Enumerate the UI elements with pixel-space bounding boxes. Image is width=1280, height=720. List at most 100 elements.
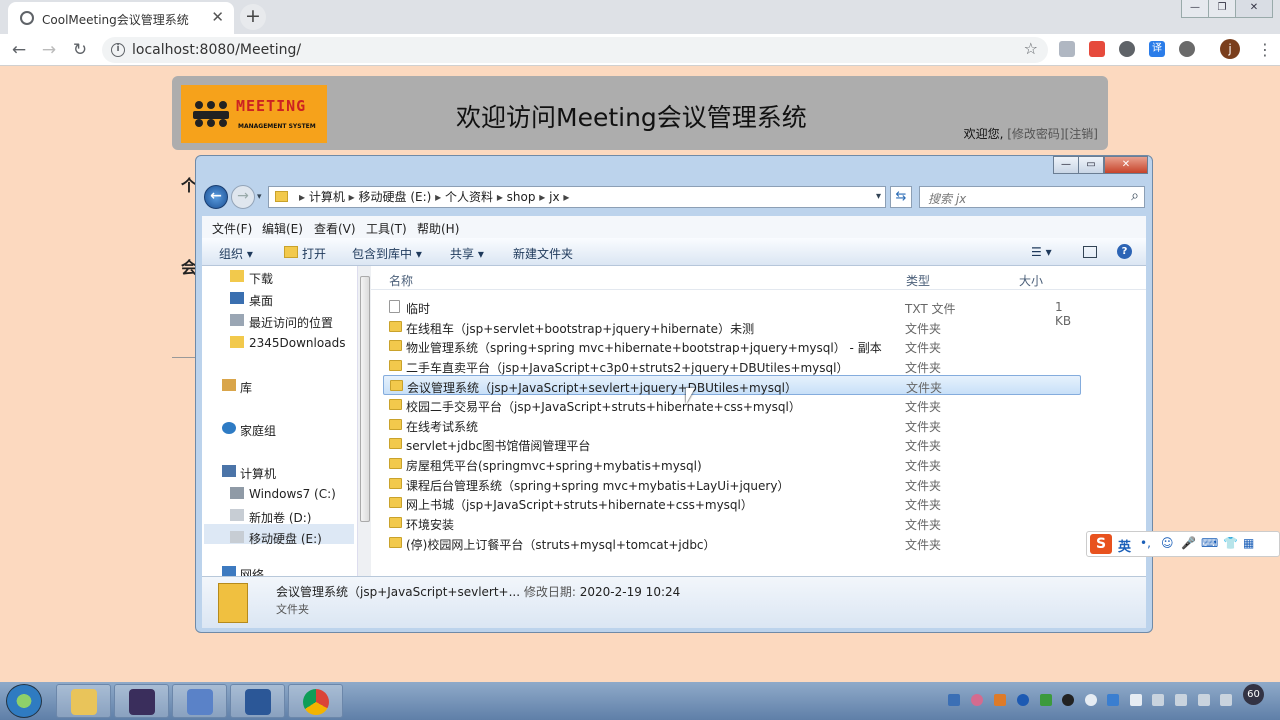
skin-icon[interactable]: 👕 <box>1223 536 1238 550</box>
tray-icon[interactable] <box>1130 694 1142 706</box>
folder-row[interactable]: 课程后台管理系统（spring+spring mvc+mybatis+LayUi… <box>383 474 1081 494</box>
minimize-button[interactable]: — <box>1053 156 1079 174</box>
new-tab-button[interactable]: + <box>240 4 266 30</box>
nav-drive-c[interactable]: Windows7 (C:) <box>249 487 336 501</box>
maximize-button[interactable]: ❐ <box>1208 0 1236 18</box>
volume-icon[interactable] <box>1175 694 1187 706</box>
folder-row[interactable]: 二手车直卖平台（jsp+JavaScript+c3p0+struts2+jque… <box>383 356 1081 376</box>
tray-icon[interactable] <box>1085 694 1097 706</box>
back-arrow-icon[interactable]: ← <box>8 39 30 61</box>
organize-button[interactable]: 组织 ▾ <box>219 245 253 262</box>
breadcrumb-item[interactable]: 计算机 <box>309 190 345 204</box>
extension-icon[interactable] <box>1089 41 1105 57</box>
file-row[interactable]: 临时 TXT 文件 1 KB <box>383 297 1081 328</box>
history-dropdown-icon[interactable]: ▾ <box>257 192 262 202</box>
signal-icon[interactable] <box>1220 694 1232 706</box>
taskbar-word[interactable] <box>230 684 285 718</box>
breadcrumb-item[interactable]: shop <box>507 190 536 204</box>
start-button[interactable] <box>6 684 42 718</box>
share-button[interactable]: 共享 ▾ <box>450 245 484 262</box>
search-input[interactable]: 搜索 jx ⌕ <box>919 186 1145 208</box>
translate-icon[interactable]: 译 <box>1149 41 1165 57</box>
forward-button[interactable]: → <box>231 185 255 209</box>
nav-scrollbar[interactable] <box>357 266 371 576</box>
menu-edit[interactable]: 编辑(E) <box>262 220 303 237</box>
folder-row[interactable]: (停)校园网上订餐平台（struts+mysql+tomcat+jdbc） 文件夹 <box>383 533 1081 553</box>
nav-desktop[interactable]: 桌面 <box>249 292 273 309</box>
breadcrumb-item[interactable]: 移动硬盘 (E:) <box>359 190 432 204</box>
reload-icon[interactable]: ↻ <box>69 39 91 61</box>
new-folder-button[interactable]: 新建文件夹 <box>513 245 573 262</box>
breadcrumb-item[interactable]: 个人资料 <box>445 190 493 204</box>
qq-icon[interactable] <box>1062 694 1074 706</box>
nav-computer[interactable]: 计算机 <box>240 465 276 482</box>
info-icon[interactable]: i <box>111 43 125 57</box>
view-options-icon[interactable]: ☰ ▾ <box>1031 245 1052 259</box>
column-size[interactable]: 大小 <box>1019 272 1043 289</box>
forward-arrow-icon[interactable]: → <box>38 39 60 61</box>
tray-icon[interactable] <box>971 694 983 706</box>
address-bar[interactable]: i localhost:8080/Meeting/ ☆ <box>102 37 1048 63</box>
close-window-button[interactable]: ✕ <box>1235 0 1273 18</box>
taskbar-eclipse[interactable] <box>114 684 169 718</box>
punctuation-icon[interactable]: •, <box>1140 536 1151 550</box>
sogou-logo-icon[interactable]: S <box>1090 534 1112 554</box>
cloud-icon[interactable] <box>1119 41 1135 57</box>
scrollbar-thumb[interactable] <box>360 276 370 522</box>
nav-2345downloads[interactable]: 2345Downloads <box>249 336 345 350</box>
include-in-library-button[interactable]: 包含到库中 ▾ <box>352 245 422 262</box>
extension-icon[interactable] <box>1059 41 1075 57</box>
nav-homegroup[interactable]: 家庭组 <box>240 422 276 439</box>
menu-tools[interactable]: 工具(T) <box>366 220 407 237</box>
taskbar-app[interactable] <box>172 684 227 718</box>
nav-drive-d[interactable]: 新加卷 (D:) <box>249 509 311 526</box>
nav-recent[interactable]: 最近访问的位置 <box>249 314 333 331</box>
close-tab-icon[interactable]: ✕ <box>211 8 224 26</box>
keyboard-icon[interactable]: ⌨ <box>1201 536 1218 550</box>
taskbar-chrome[interactable] <box>288 684 343 718</box>
refresh-icon[interactable]: ⇆ <box>890 186 912 208</box>
column-type[interactable]: 类型 <box>906 272 930 289</box>
emoji-icon[interactable]: ☺ <box>1161 536 1174 550</box>
nav-libraries[interactable]: 库 <box>240 379 252 396</box>
folder-row[interactable]: 房屋租凭平台(springmvc+spring+mybatis+mysql) 文件… <box>383 454 1081 474</box>
address-breadcrumb[interactable]: ▸ 计算机 ▸ 移动硬盘 (E:) ▸ 个人资料 ▸ shop ▸ jx ▸ ▾ <box>268 186 886 208</box>
tray-icon[interactable] <box>994 694 1006 706</box>
gear-icon[interactable] <box>1179 41 1195 57</box>
help-icon[interactable]: ? <box>1117 244 1132 259</box>
tray-icon[interactable] <box>948 694 960 706</box>
menu-view[interactable]: 查看(V) <box>314 220 356 237</box>
star-icon[interactable]: ☆ <box>1024 39 1038 58</box>
browser-tab[interactable]: CoolMeeting会议管理系统 ✕ <box>8 2 234 34</box>
column-name[interactable]: 名称 <box>389 272 413 289</box>
display-icon[interactable] <box>1198 694 1210 706</box>
bluetooth-icon[interactable] <box>1017 694 1029 706</box>
security-shield-icon[interactable] <box>1107 694 1119 706</box>
folder-row[interactable]: 物业管理系统（spring+spring mvc+hibernate+boots… <box>383 336 1081 356</box>
menu-file[interactable]: 文件(F) <box>212 220 252 237</box>
network-icon[interactable] <box>1152 694 1164 706</box>
clock-badge[interactable]: 60 <box>1243 684 1264 705</box>
tray-icon[interactable] <box>1040 694 1052 706</box>
folder-row[interactable]: 校园二手交易平台（jsp+JavaScript+struts+hibernate… <box>383 395 1081 415</box>
taskbar-explorer[interactable] <box>56 684 111 718</box>
profile-avatar[interactable]: j <box>1220 39 1240 59</box>
menu-help[interactable]: 帮助(H) <box>417 220 459 237</box>
logout-link[interactable]: [注销] <box>1065 127 1098 141</box>
preview-pane-icon[interactable] <box>1083 246 1097 258</box>
folder-row[interactable]: 环境安装 文件夹 <box>383 513 1081 533</box>
minimize-button[interactable]: — <box>1181 0 1209 18</box>
close-window-button[interactable]: ✕ <box>1104 156 1148 174</box>
toolbox-icon[interactable]: ▦ <box>1243 536 1254 550</box>
nav-drive-e[interactable]: 移动硬盘 (E:) <box>249 530 322 547</box>
chevron-down-icon[interactable]: ▾ <box>876 187 881 207</box>
folder-row-selected[interactable]: 会议管理系统（jsp+JavaScript+sevlert+jquery+DBU… <box>383 375 1081 395</box>
maximize-button[interactable]: ▭ <box>1078 156 1104 174</box>
ime-language-toggle[interactable]: 英 <box>1118 536 1131 555</box>
breadcrumb-item[interactable]: jx <box>549 190 559 204</box>
change-password-link[interactable]: [修改密码] <box>1007 127 1064 141</box>
folder-row[interactable]: 网上书城（jsp+JavaScript+struts+hibernate+css… <box>383 493 1081 513</box>
folder-row[interactable]: 在线考试系统 文件夹 <box>383 415 1081 435</box>
open-button[interactable]: 打开 <box>302 245 326 262</box>
back-button[interactable]: ← <box>204 185 228 209</box>
